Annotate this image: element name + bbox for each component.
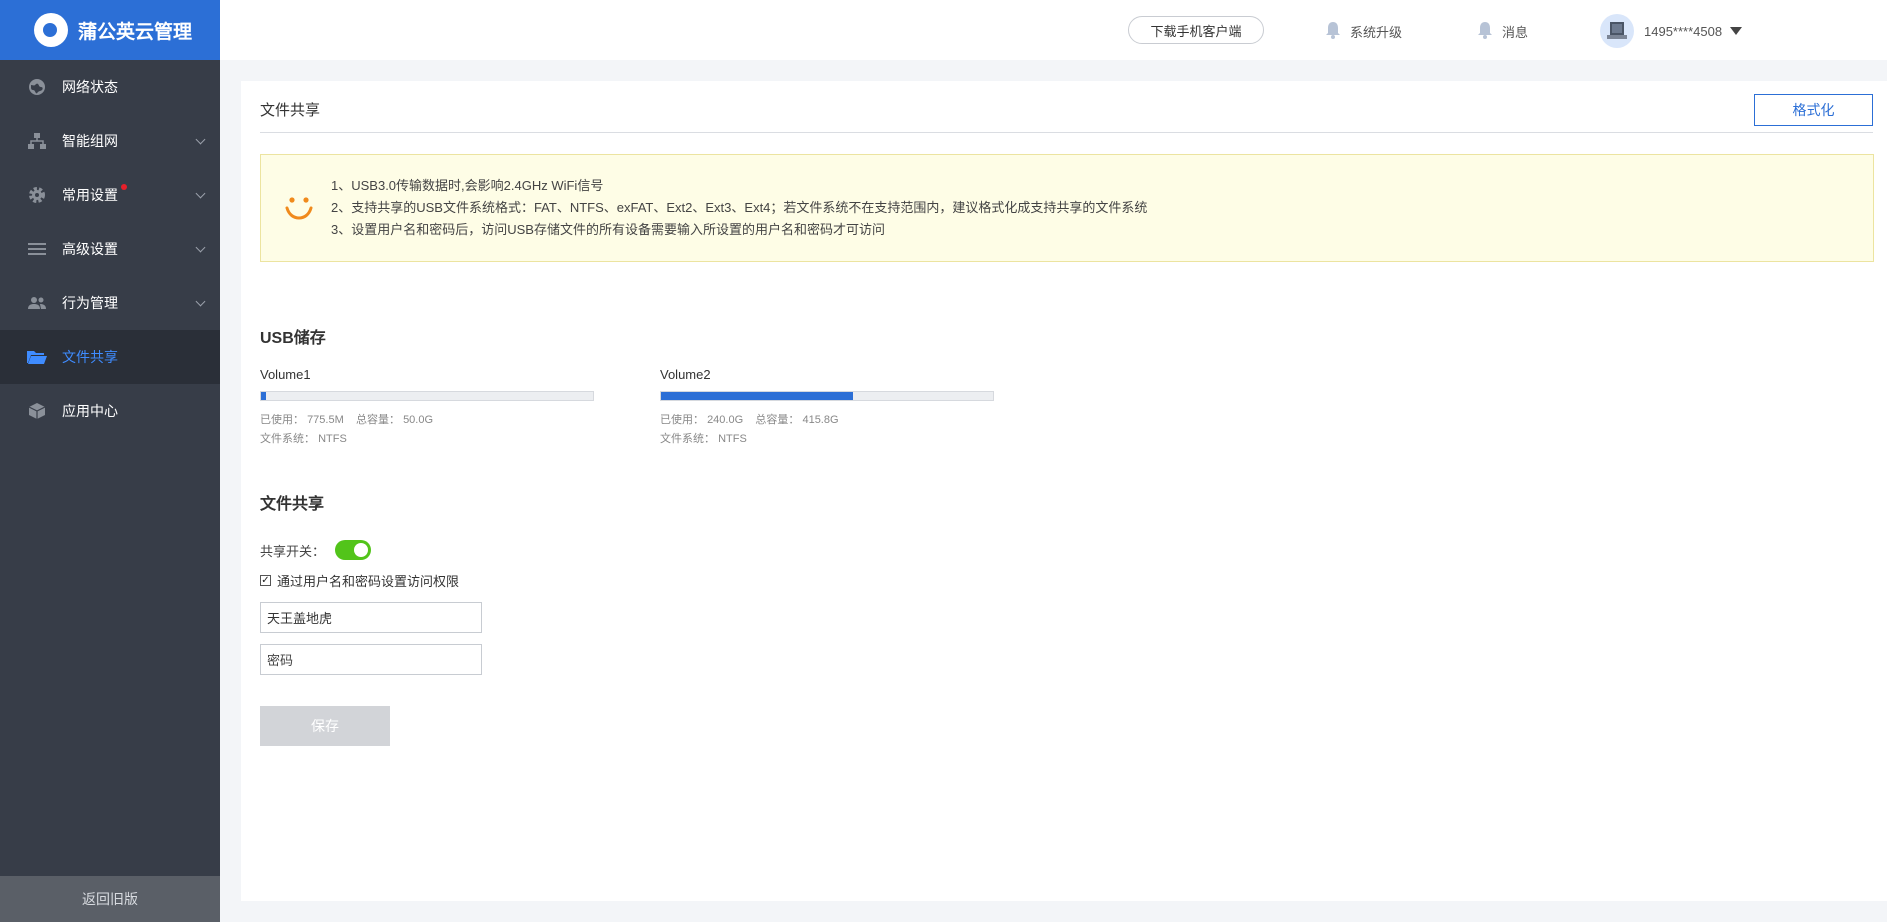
sidebar-item-label: 网络状态 [62,79,118,95]
format-button[interactable]: 格式化 [1754,94,1873,126]
caret-down-icon[interactable] [1730,27,1743,35]
volume-name: Volume1 [260,367,311,382]
gear-icon [26,184,48,206]
bell-icon [1478,21,1492,42]
share-switch-label: 共享开关： [260,543,326,559]
router-avatar-icon [1600,14,1634,48]
folder-icon [26,346,48,368]
globe-icon [26,76,48,98]
notice-banner: 1、USB3.0传输数据时,会影响2.4GHz WiFi信号 2、支持共享的US… [260,154,1874,262]
network-icon [26,130,48,152]
return-old-version-link[interactable]: 返回旧版 [0,876,220,922]
sidebar-item-network-status[interactable]: 网络状态 [0,60,220,114]
auth-checkbox-row[interactable]: ✓ 通过用户名和密码设置访问权限 [260,571,459,590]
user-menu[interactable]: 1495****4508 [1600,14,1743,48]
sidebar-item-file-sharing[interactable]: 文件共享 [0,330,220,384]
sidebar-item-smart-networking[interactable]: 智能组网 [0,114,220,168]
used-label: 已使用： [660,414,704,426]
used-label: 已使用： [260,414,304,426]
sidebar-item-app-center[interactable]: 应用中心 [0,384,220,438]
file-sharing-card: 文件共享 格式化 1、USB3.0传输数据时,会影响2.4GHz WiFi信号 … [241,81,1887,901]
volume-meta: 已使用： 775.5M 总容量： 50.0G 文件系统： NTFS [260,411,594,449]
total-label: 总容量： [755,414,800,426]
notice-line-2: 2、支持共享的USB文件系统格式：FAT、NTFS、exFAT、Ext2、Ext… [331,200,1148,215]
chevron-down-icon [195,242,206,253]
system-upgrade-link[interactable]: 系统升级 [1326,21,1402,42]
page-title: 文件共享 [260,102,321,119]
fs-value: NTFS [318,433,347,445]
sidebar-item-behavior-management[interactable]: 行为管理 [0,276,220,330]
file-sharing-section-title: 文件共享 [260,496,325,513]
sidebar-item-advanced-settings[interactable]: 高级设置 [0,222,220,276]
notice-line-3: 3、设置用户名和密码后，访问USB存储文件的所有设备需要输入所设置的用户名和密码… [331,222,885,237]
users-icon [26,292,48,314]
messages-link[interactable]: 消息 [1478,21,1528,42]
auth-checkbox[interactable]: ✓ [260,575,271,586]
total-label: 总容量： [356,414,400,426]
notice-line-1: 1、USB3.0传输数据时,会影响2.4GHz WiFi信号 [331,178,604,193]
sidebar-item-label: 常用设置 [62,187,118,203]
list-icon [26,238,48,260]
volume-card-1: Volume1 已使用： 775.5M 总容量： 50.0G 文件系统： NTF… [260,367,594,449]
volume-usage-fill [261,392,267,400]
chevron-down-icon [195,188,206,199]
sidebar-item-label: 高级设置 [62,241,118,257]
top-header: 下载手机客户端 系统升级 消息 1495****4508 [220,0,1887,60]
total-value: 415.8G [802,414,839,426]
title-divider [260,132,1873,133]
upgrade-bell-icon [1326,21,1340,42]
save-button[interactable]: 保存 [260,706,390,746]
fs-label: 文件系统： [660,433,715,445]
brand-name: 蒲公英云管理 [78,21,193,43]
sidebar: 蒲公英云管理 网络状态 智能组网 常用设置 高级设置 行为管理 文件共享 应用中… [0,0,220,922]
notice-lines: 1、USB3.0传输数据时,会影响2.4GHz WiFi信号 2、支持共享的US… [331,175,1147,241]
chevron-down-icon [195,134,206,145]
sidebar-item-label: 智能组网 [62,133,118,149]
username-input[interactable]: 天王盖地虎 [260,602,482,633]
brand[interactable]: 蒲公英云管理 [0,0,220,60]
sidebar-item-common-settings[interactable]: 常用设置 [0,168,220,222]
total-value: 50.0G [403,414,434,426]
notification-dot [121,184,127,190]
auth-checkbox-label: 通过用户名和密码设置访问权限 [277,574,460,589]
sidebar-item-label: 文件共享 [62,349,118,365]
share-switch-row: 共享开关： [260,540,372,560]
used-value: 240.0G [707,414,744,426]
share-toggle[interactable] [335,540,372,560]
password-input[interactable]: 密码 [260,644,482,675]
user-account-label: 1495****4508 [1644,23,1723,39]
chevron-down-icon [195,296,206,307]
used-value: 775.5M [307,414,344,426]
volume-usage-bar [260,391,594,401]
download-app-button[interactable]: 下载手机客户端 [1128,16,1264,44]
sidebar-item-label: 应用中心 [62,403,118,419]
volume-usage-fill [661,392,853,400]
volume-meta: 已使用： 240.0G 总容量： 415.8G 文件系统： NTFS [660,411,994,449]
volume-card-2: Volume2 已使用： 240.0G 总容量： 415.8G 文件系统： NT… [660,367,994,449]
fs-value: NTFS [718,433,747,445]
system-upgrade-label: 系统升级 [1350,25,1403,40]
brand-logo-icon [34,13,68,47]
smiley-icon [283,195,315,226]
usb-storage-title: USB储存 [260,330,326,347]
box-icon [26,400,48,422]
messages-label: 消息 [1502,25,1529,40]
sidebar-item-label: 行为管理 [62,295,118,311]
volume-usage-bar [660,391,994,401]
volume-name: Volume2 [660,367,711,382]
fs-label: 文件系统： [260,433,315,445]
